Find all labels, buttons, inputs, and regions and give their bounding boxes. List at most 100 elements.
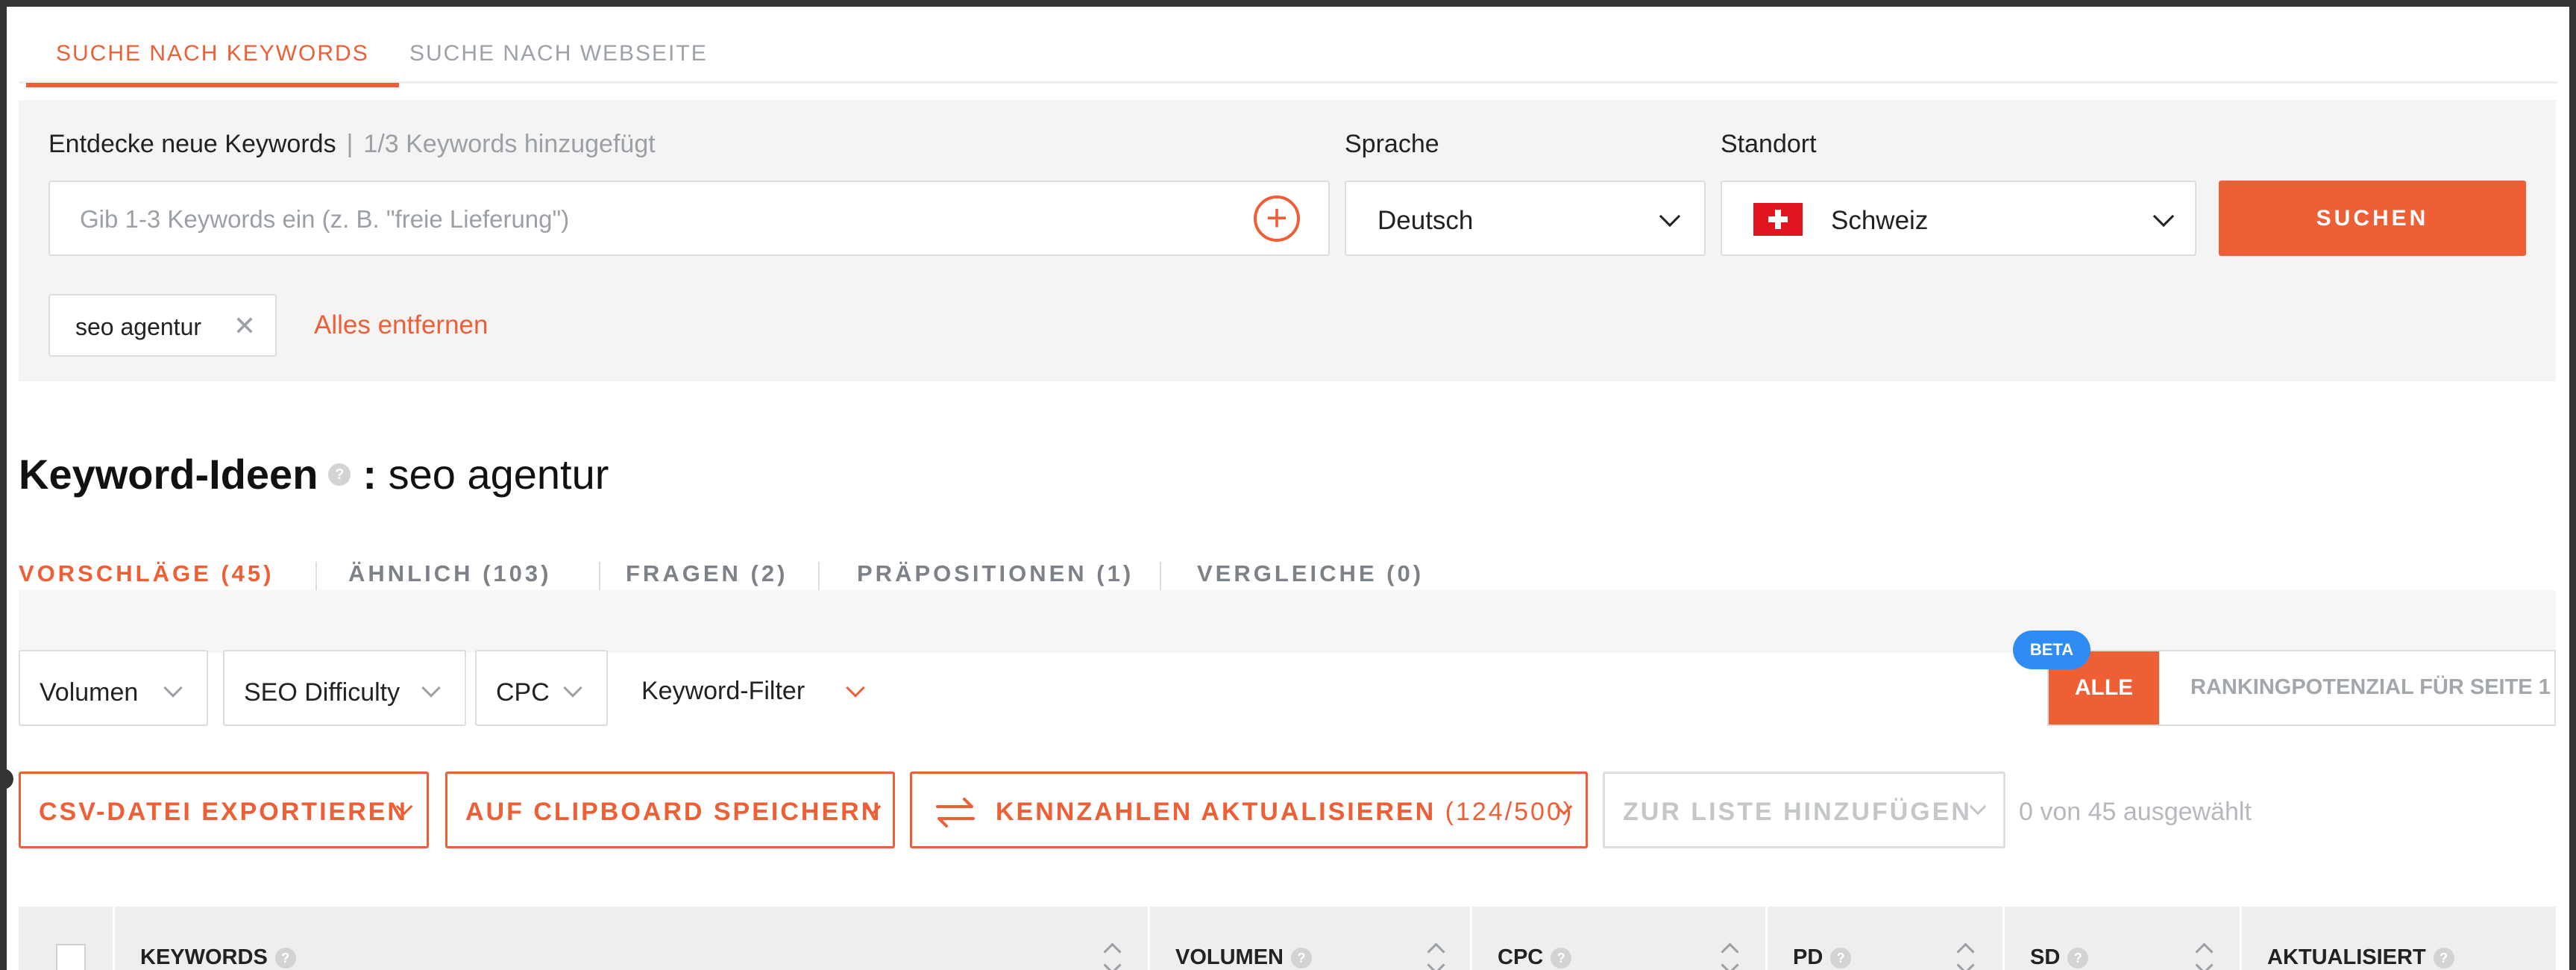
column-volume-text: VOLUMEN	[1175, 945, 1284, 969]
tab-similar[interactable]: ÄHNLICH (103)	[348, 560, 551, 587]
search-mode-tabs: SUCHE NACH KEYWORDS SUCHE NACH WEBSEITE	[19, 7, 2557, 87]
column-sd[interactable]: SD?	[2002, 907, 2240, 970]
column-pd[interactable]: PD?	[1765, 907, 2002, 970]
page: SUCHE NACH KEYWORDS SUCHE NACH WEBSEITE …	[7, 7, 2569, 970]
tab-suggestions[interactable]: VORSCHLÄGE (45)	[19, 560, 274, 587]
help-icon[interactable]: ?	[1291, 948, 1312, 969]
column-cpc-label: CPC?	[1498, 945, 1572, 970]
column-updated-text: AKTUALISIERT	[2267, 945, 2426, 969]
export-csv-label: CSV-DATEI EXPORTIEREN	[39, 798, 408, 826]
keyword-chip: seo agentur ✕	[48, 294, 277, 357]
sort-icon[interactable]	[1427, 939, 1444, 969]
add-keyword-icon[interactable]: +	[1254, 195, 1300, 242]
swiss-flag-icon	[1753, 203, 1803, 236]
column-volume-label: VOLUMEN?	[1175, 945, 1312, 970]
chevron-down-icon	[2152, 205, 2175, 228]
refresh-metrics-button[interactable]: KENNZAHLEN AKTUALISIEREN (124/500)	[910, 772, 1588, 848]
select-all-cell	[19, 907, 113, 970]
cpc-filter-label: CPC	[496, 678, 550, 707]
language-select[interactable]: Deutsch	[1345, 181, 1706, 256]
help-icon[interactable]: ?	[1830, 948, 1852, 969]
tab-search-by-website[interactable]: SUCHE NACH WEBSEITE	[409, 41, 708, 66]
help-icon[interactable]: ?	[2067, 948, 2089, 969]
chevron-down-icon	[421, 678, 441, 698]
column-sd-text: SD	[2030, 945, 2061, 969]
chevron-down-icon	[1659, 205, 1681, 228]
close-icon[interactable]: ✕	[233, 310, 256, 342]
keyword-counter: 1/3 Keywords hinzugefügt	[363, 130, 656, 158]
divider	[315, 562, 317, 592]
seo-difficulty-filter-label: SEO Difficulty	[244, 678, 400, 707]
column-pd-label: PD?	[1793, 945, 1852, 970]
table-header: KEYWORDS? VOLUMEN? CPC? PD? SD? AKTUALIS…	[19, 907, 2556, 970]
chevron-down-icon	[563, 678, 582, 698]
chevron-down-icon	[163, 678, 183, 698]
divider	[599, 562, 600, 592]
keyword-input-label: Entdecke neue Keywords | 1/3 Keywords hinz…	[48, 130, 656, 158]
title-colon: :	[362, 451, 377, 498]
column-volume[interactable]: VOLUMEN?	[1148, 907, 1470, 970]
location-label: Standort	[1721, 130, 1817, 158]
help-icon[interactable]: ?	[328, 463, 351, 486]
column-pd-text: PD	[1793, 945, 1823, 969]
sort-icon[interactable]	[2196, 939, 2212, 969]
tab-questions[interactable]: FRAGEN (2)	[626, 560, 788, 587]
column-keywords-label: KEYWORDS?	[140, 945, 296, 970]
sort-icon[interactable]	[1104, 939, 1120, 969]
volume-filter[interactable]: Volumen	[19, 650, 208, 726]
help-icon[interactable]: ?	[2433, 948, 2454, 969]
page-title-text: Keyword-Ideen	[19, 451, 318, 498]
search-button[interactable]: SUCHEN	[2219, 181, 2526, 256]
keyword-chip-label: seo agentur	[75, 313, 202, 340]
ranking-toggle: ALLE RANKINGPOTENZIAL FÜR SEITE 1	[2047, 650, 2556, 726]
help-icon[interactable]: ?	[1551, 948, 1572, 969]
language-value: Deutsch	[1377, 206, 1474, 235]
refresh-metrics-text: KENNZAHLEN AKTUALISIEREN	[996, 798, 1436, 826]
location-select[interactable]: Schweiz	[1721, 181, 2196, 256]
keyword-filter-label: Keyword-Filter	[641, 677, 805, 705]
keyword-input-placeholder: Gib 1-3 Keywords ein (z. B. "freie Liefe…	[80, 205, 570, 233]
select-all-checkbox[interactable]	[56, 944, 86, 970]
page-title: Keyword-Ideen?: seo agentur	[19, 450, 609, 498]
refresh-metrics-label: KENNZAHLEN AKTUALISIEREN (124/500)	[996, 798, 1574, 827]
seo-difficulty-filter[interactable]: SEO Difficulty	[223, 650, 466, 726]
keyword-input-title: Entdecke neue Keywords	[48, 130, 336, 158]
toggle-ranking-potential[interactable]: RANKINGPOTENZIAL FÜR SEITE 1	[2190, 675, 2551, 700]
column-cpc-text: CPC	[1498, 945, 1544, 969]
divider	[818, 562, 820, 592]
keyword-filter-dropdown[interactable]: Keyword-Filter	[641, 677, 865, 706]
chevron-down-icon	[846, 678, 865, 698]
keyword-input[interactable]: Gib 1-3 Keywords ein (z. B. "freie Liefe…	[48, 181, 1330, 256]
column-sd-label: SD?	[2030, 945, 2089, 970]
column-updated-label: AKTUALISIERT?	[2267, 945, 2454, 970]
remove-all-link[interactable]: Alles entfernen	[314, 310, 488, 340]
volume-filter-label: Volumen	[40, 678, 139, 707]
page-title-keyword: seo agentur	[388, 451, 609, 498]
sort-icon[interactable]	[1957, 939, 1973, 969]
add-to-list-label: ZUR LISTE HINZUFÜGEN	[1623, 798, 1972, 826]
column-keywords[interactable]: KEYWORDS?	[113, 907, 1148, 970]
chevron-down-icon	[1969, 798, 1987, 816]
tabs-band	[19, 590, 2556, 653]
copy-clipboard-button[interactable]: AUF CLIPBOARD SPEICHERN	[445, 772, 895, 848]
tab-comparisons[interactable]: VERGLEICHE (0)	[1197, 560, 1424, 587]
refresh-icon	[936, 798, 975, 827]
tab-search-by-keywords[interactable]: SUCHE NACH KEYWORDS	[26, 41, 399, 87]
column-keywords-text: KEYWORDS	[140, 945, 268, 969]
divider	[1160, 562, 1161, 592]
refresh-metrics-count: (124/500)	[1445, 798, 1574, 826]
location-value: Schweiz	[1831, 206, 1929, 235]
sort-icon[interactable]	[1721, 939, 1738, 969]
copy-clipboard-label: AUF CLIPBOARD SPEICHERN	[465, 798, 882, 826]
search-panel: Entdecke neue Keywords | 1/3 Keywords hinz…	[19, 100, 2556, 381]
export-csv-button[interactable]: CSV-DATEI EXPORTIEREN	[19, 772, 429, 848]
help-icon[interactable]: ?	[274, 948, 296, 969]
beta-badge: BETA	[2013, 630, 2090, 669]
selection-count: 0 von 45 ausgewählt	[2019, 798, 2252, 826]
language-label: Sprache	[1345, 130, 1439, 158]
cpc-filter[interactable]: CPC	[475, 650, 608, 726]
column-cpc[interactable]: CPC?	[1470, 907, 1765, 970]
add-to-list-button[interactable]: ZUR LISTE HINZUFÜGEN	[1603, 772, 2005, 848]
tab-prepositions[interactable]: PRÄPOSITIONEN (1)	[857, 560, 1134, 587]
column-updated[interactable]: AKTUALISIERT?	[2240, 907, 2556, 970]
